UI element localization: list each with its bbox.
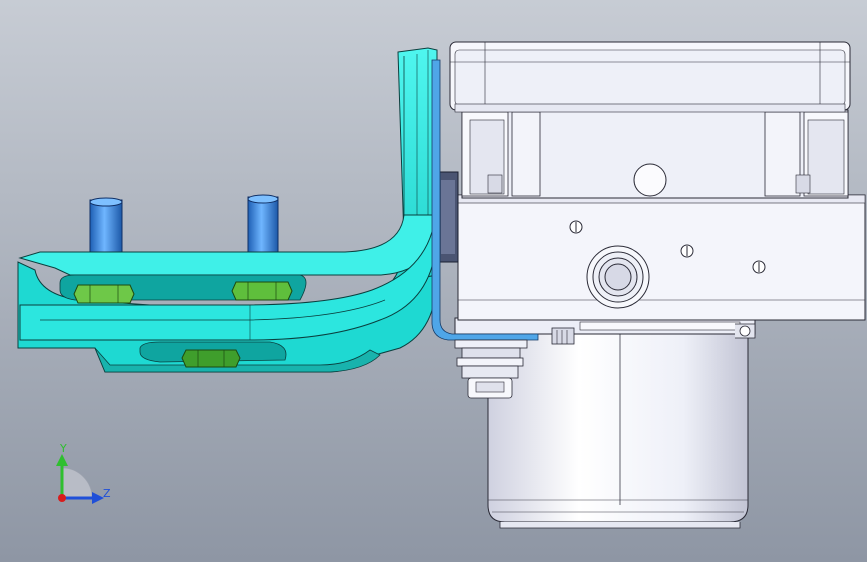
coil-section — [461, 109, 849, 199]
nut-upper-right[interactable] — [231, 281, 293, 301]
valve-block[interactable] — [457, 194, 866, 321]
stud-right[interactable] — [247, 194, 279, 256]
graphics-viewport[interactable]: Y Z — [0, 0, 867, 562]
z-axis-label: Z — [103, 487, 111, 500]
hydraulic-port[interactable] — [586, 245, 650, 309]
motor-can[interactable] — [487, 329, 749, 529]
plug-screw-2 — [680, 244, 694, 258]
plug-screw-1 — [569, 220, 583, 234]
connector-pins — [551, 327, 575, 345]
cad-scene[interactable]: Y Z — [0, 0, 867, 562]
plug-screw-3 — [752, 260, 766, 274]
stud-left[interactable] — [89, 197, 123, 259]
y-axis-label: Y — [59, 442, 67, 455]
nut-upper-left[interactable] — [73, 284, 135, 304]
nut-lower[interactable] — [181, 349, 241, 368]
triad-origin — [58, 494, 66, 502]
ecu-cover[interactable] — [449, 41, 851, 113]
mounting-bush — [437, 171, 459, 263]
